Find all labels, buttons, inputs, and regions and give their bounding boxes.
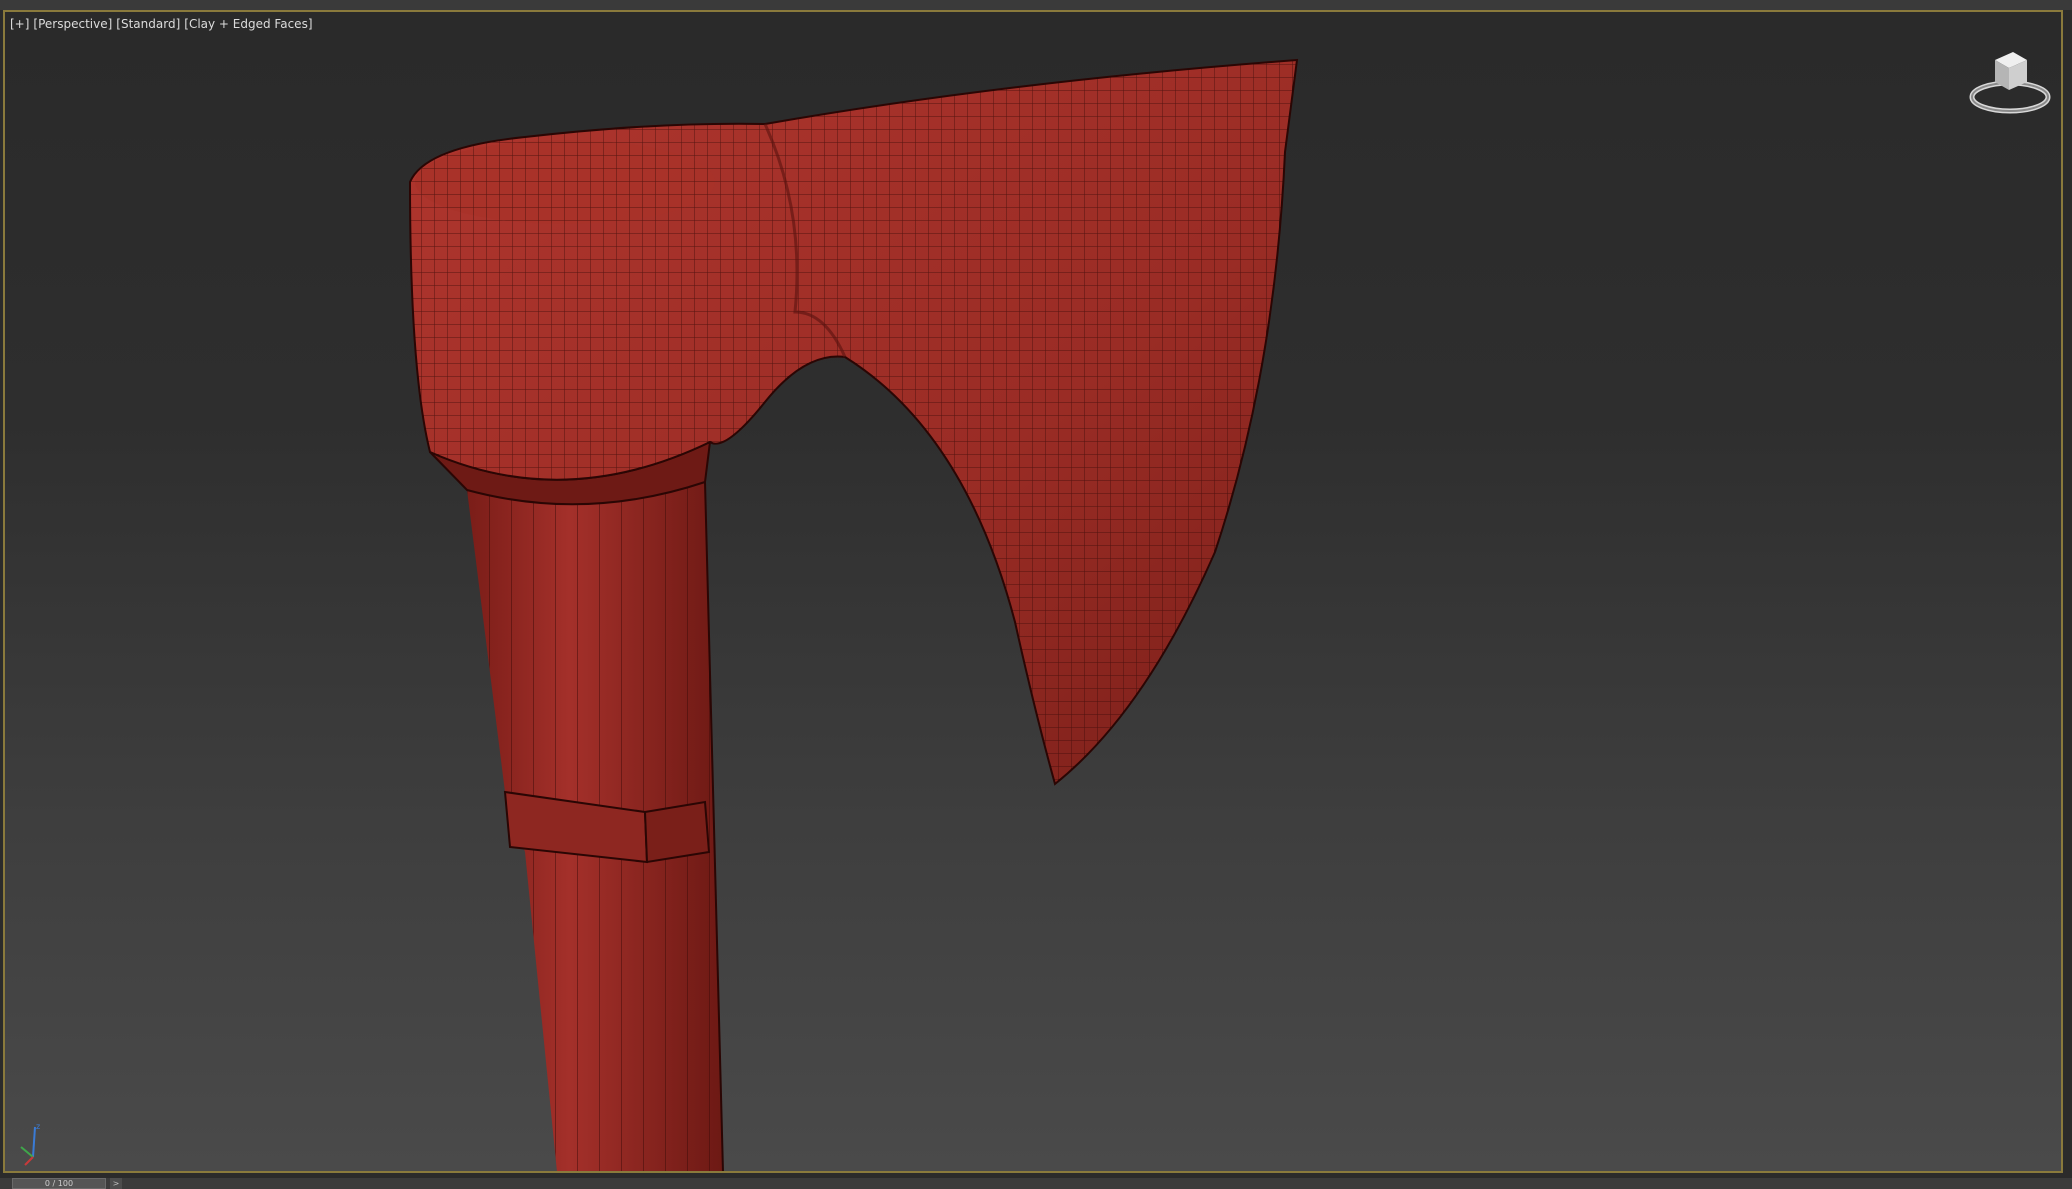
viewcube-icon[interactable] <box>1965 42 2055 122</box>
axe-model[interactable] <box>5 12 2061 1171</box>
title-strip <box>0 0 2072 10</box>
next-frame-button[interactable]: > <box>110 1178 122 1189</box>
axis-tripod-icon: z <box>20 1122 40 1166</box>
svg-text:z: z <box>36 1122 40 1131</box>
timeline-bar: 0 / 100 > <box>0 1178 2072 1189</box>
perspective-viewport[interactable]: [+] [Perspective] [Standard] [Clay + Edged … <box>3 10 2063 1173</box>
time-slider[interactable]: 0 / 100 <box>12 1178 106 1189</box>
